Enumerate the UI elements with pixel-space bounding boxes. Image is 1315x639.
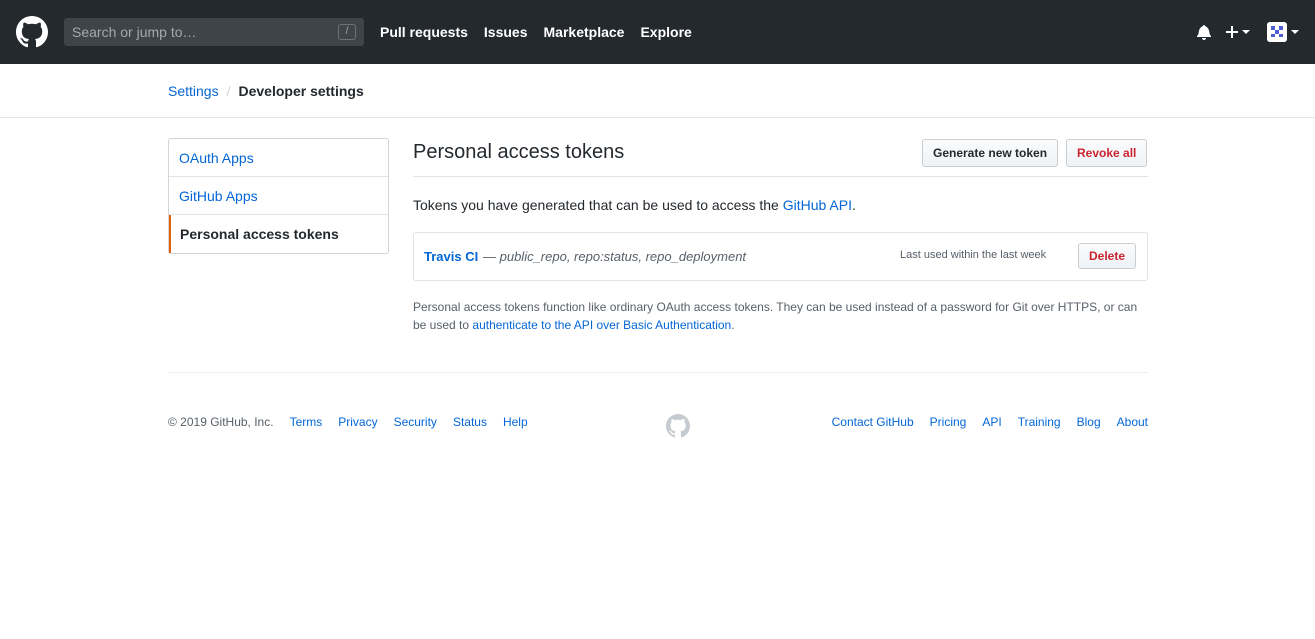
breadcrumb: Settings / Developer settings xyxy=(168,83,364,99)
basic-auth-link[interactable]: authenticate to the API over Basic Authe… xyxy=(472,318,731,332)
footer-link-terms[interactable]: Terms xyxy=(290,415,323,429)
breadcrumb-settings-link[interactable]: Settings xyxy=(168,83,219,99)
footer-link-blog[interactable]: Blog xyxy=(1077,415,1101,429)
breadcrumb-separator: / xyxy=(226,83,231,99)
github-logo-icon[interactable] xyxy=(16,16,48,48)
global-nav: Pull requests Issues Marketplace Explore xyxy=(380,0,708,64)
token-name-link[interactable]: Travis CI xyxy=(424,249,478,264)
token-last-used: Last used within the last week xyxy=(900,249,1047,261)
footer-link-api[interactable]: API xyxy=(982,415,1001,429)
footer-right: Contact GitHub Pricing API Training Blog… xyxy=(816,415,1148,429)
footer-link-contact[interactable]: Contact GitHub xyxy=(832,415,914,429)
github-mark-icon[interactable] xyxy=(666,414,690,438)
page-title: Personal access tokens xyxy=(413,141,625,163)
generate-new-token-button[interactable]: Generate new token xyxy=(922,139,1059,167)
token-list-item: Travis CI — public_repo, repo:status, re… xyxy=(413,232,1148,281)
slash-shortcut-badge: / xyxy=(338,24,356,40)
breadcrumb-current: Developer settings xyxy=(238,83,364,99)
footer-link-security[interactable]: Security xyxy=(394,415,437,429)
nav-pull-requests[interactable]: Pull requests xyxy=(380,24,468,40)
footer-left: © 2019 GitHub, Inc. Terms Privacy Securi… xyxy=(168,415,544,429)
intro-period: . xyxy=(851,197,856,213)
tokens-header: Personal access tokens Generate new toke… xyxy=(413,138,1148,177)
avatar xyxy=(1267,22,1287,42)
intro-text: Tokens you have generated that can be us… xyxy=(413,197,783,213)
chevron-down-icon xyxy=(1291,30,1299,34)
sidebar-item-personal-access-tokens[interactable]: Personal access tokens xyxy=(169,215,388,253)
footer-link-about[interactable]: About xyxy=(1117,415,1148,429)
site-footer: © 2019 GitHub, Inc. Terms Privacy Securi… xyxy=(168,372,1148,442)
token-scopes: — public_repo, repo:status, repo_deploym… xyxy=(483,249,747,264)
page-subhead: Settings / Developer settings xyxy=(0,64,1315,118)
footer-link-status[interactable]: Status xyxy=(453,415,487,429)
footer-link-help[interactable]: Help xyxy=(503,415,528,429)
delete-token-button[interactable]: Delete xyxy=(1078,243,1137,269)
tokens-note: Personal access tokens function like ord… xyxy=(413,298,1148,334)
footer-copyright: © 2019 GitHub, Inc. xyxy=(168,415,274,429)
nav-issues[interactable]: Issues xyxy=(484,24,528,40)
user-menu-dropdown[interactable] xyxy=(1267,22,1299,42)
revoke-all-button[interactable]: Revoke all xyxy=(1066,139,1148,167)
footer-link-training[interactable]: Training xyxy=(1018,415,1061,429)
sidebar-item-github-apps[interactable]: GitHub Apps xyxy=(169,177,388,215)
plus-icon xyxy=(1226,26,1238,38)
github-api-link[interactable]: GitHub API xyxy=(783,197,852,213)
notifications-bell-icon[interactable] xyxy=(1196,24,1212,40)
search-input[interactable] xyxy=(72,18,332,46)
nav-explore[interactable]: Explore xyxy=(640,24,691,40)
search-box[interactable]: / xyxy=(64,18,364,46)
developer-settings-menu: OAuth Apps GitHub Apps Personal access t… xyxy=(168,138,389,254)
sidebar-item-oauth-apps[interactable]: OAuth Apps xyxy=(169,139,388,177)
footer-link-pricing[interactable]: Pricing xyxy=(930,415,967,429)
footer-link-privacy[interactable]: Privacy xyxy=(338,415,377,429)
chevron-down-icon xyxy=(1242,30,1250,34)
top-header: / Pull requests Issues Marketplace Explo… xyxy=(0,0,1315,64)
main-content: Personal access tokens Generate new toke… xyxy=(413,138,1148,334)
create-new-dropdown[interactable] xyxy=(1226,22,1250,42)
tokens-intro: Tokens you have generated that can be us… xyxy=(413,195,1148,215)
note-period: . xyxy=(731,318,735,332)
nav-marketplace[interactable]: Marketplace xyxy=(544,24,625,40)
